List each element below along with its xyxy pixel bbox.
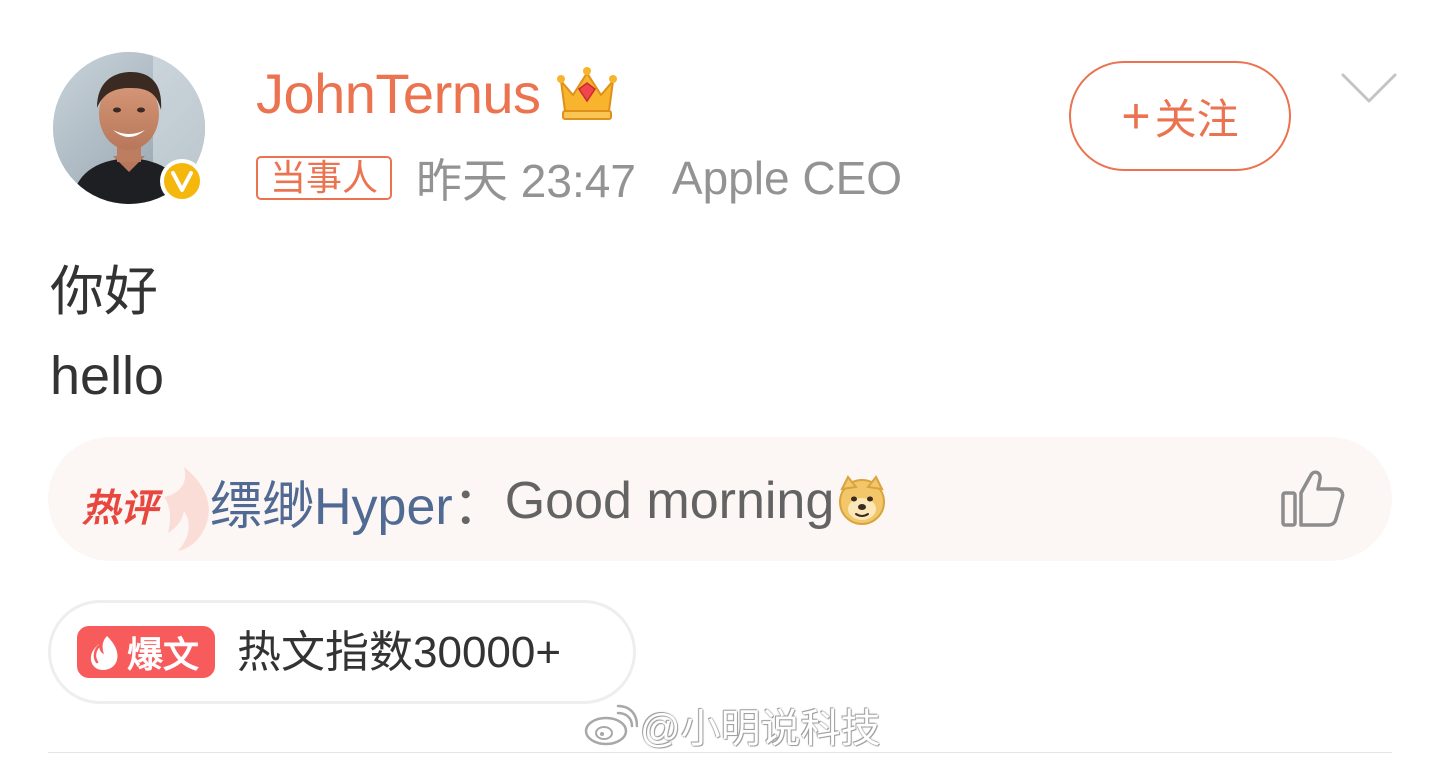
trend-index-pill[interactable]: 爆文 热文指数30000+ [48,600,636,704]
hot-label-text: 热评 [82,488,159,530]
watermark-text: @小明说科技 [640,707,881,751]
weibo-logo-icon [584,704,638,746]
post-source: Apple CEO [671,152,903,204]
post-content-line: 你好 [50,262,158,322]
thumbs-up-icon[interactable] [1280,467,1346,529]
comment-text: Good morning [504,472,835,530]
post-timestamp: 昨天 23:47 [416,155,636,207]
hot-comment-label: 热评 [82,463,209,551]
fire-icon [90,636,118,670]
divider [48,752,1392,753]
commenter-name[interactable]: 缥缈Hyper [210,464,453,539]
hot-comment[interactable]: 热评 缥缈Hyper ： Good morning [48,437,1392,561]
trend-badge-text: 爆文 [127,634,200,675]
author-avatar[interactable] [53,52,207,206]
verified-v-icon [160,159,204,203]
comment-line: 缥缈Hyper ： Good morning [210,471,888,536]
post-content-line: hello [50,346,165,406]
username[interactable]: JohnTernus [256,66,541,122]
doge-icon [839,475,886,525]
role-tag: 当事人 [256,156,393,200]
comment-separator: ： [452,477,505,536]
username-row: JohnTernus [256,56,619,132]
post-content: 你好 hello [50,250,164,418]
watermark: @小明说科技 [582,698,881,752]
post-header: JohnTernus 当事人 昨天 23:47 Apple CEO + 关注 [0,0,1440,220]
plus-icon: + [1121,88,1151,144]
follow-button[interactable]: + 关注 [1069,61,1291,171]
vip-crown-icon[interactable] [555,65,619,123]
trend-index-text: 热文指数30000+ [237,628,562,677]
chevron-down-icon[interactable] [1340,72,1398,106]
trend-badge: 爆文 [77,626,215,678]
follow-label: 关注 [1154,95,1239,143]
post-meta: 当事人 昨天 23:47 Apple CEO [256,150,903,207]
